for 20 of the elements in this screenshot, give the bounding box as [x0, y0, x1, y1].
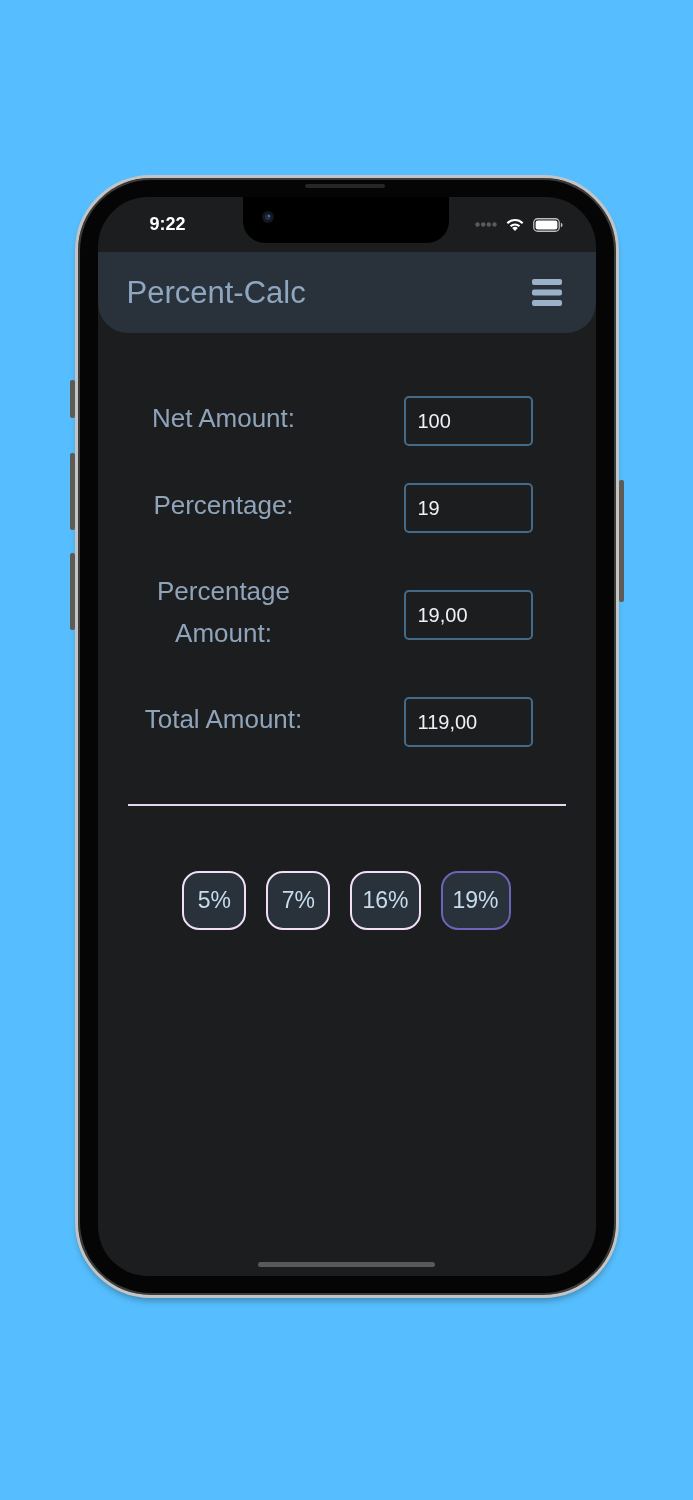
signal-icon	[474, 222, 497, 227]
app-title: Percent-Calc	[126, 274, 306, 311]
percent-preset-button[interactable]: 19%	[440, 871, 511, 930]
field-label: Total Amount:	[143, 703, 304, 736]
amount-field[interactable]: 119,00	[403, 697, 533, 747]
status-time: 9:22	[149, 214, 186, 235]
menu-icon[interactable]	[531, 279, 562, 306]
amount-field[interactable]: 100	[403, 396, 533, 446]
percent-preset-button[interactable]: 16%	[350, 871, 421, 930]
field-label: Percentage Amount:	[156, 575, 291, 650]
percent-preset-button[interactable]: 5%	[182, 871, 247, 930]
side-key	[69, 380, 75, 418]
percent-preset-button[interactable]: 7%	[266, 871, 331, 930]
battery-icon	[532, 217, 563, 232]
amount-field[interactable]: 19	[403, 483, 533, 533]
camera-lens-icon	[261, 211, 274, 223]
wifi-icon	[505, 218, 524, 231]
field-label: Net Amount:	[150, 402, 297, 435]
field-label: Percentage:	[152, 489, 295, 522]
amount-field[interactable]: 19,00	[403, 590, 533, 640]
